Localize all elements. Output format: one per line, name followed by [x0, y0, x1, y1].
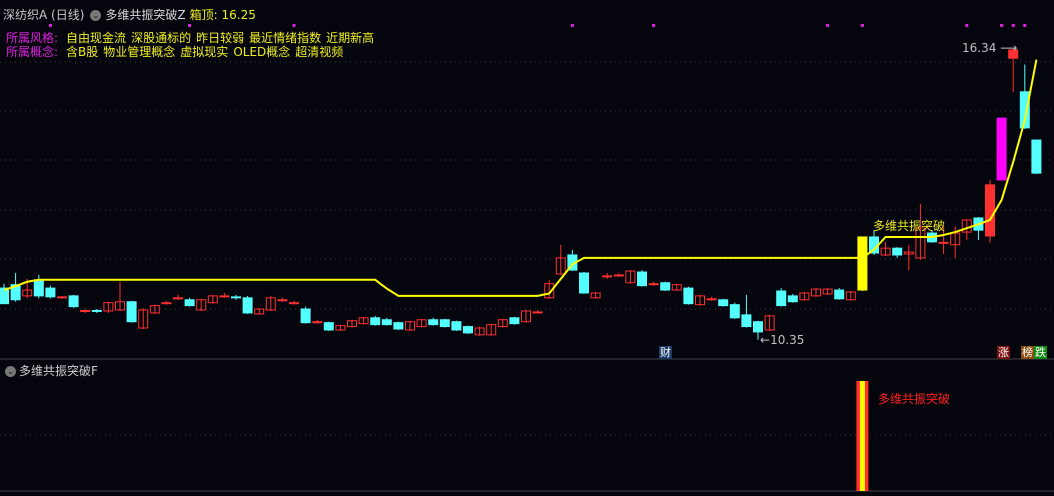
candle-body	[753, 321, 763, 333]
stock-title: 深纺织A (日线)	[3, 8, 85, 22]
candle-body	[161, 302, 172, 305]
candle-body	[741, 314, 752, 328]
candle-body	[381, 319, 392, 326]
concept-tag: 超清视频	[295, 45, 344, 59]
candle-body	[729, 304, 740, 319]
signal-marker	[48, 24, 52, 27]
list-badge[interactable]: 榜	[1021, 346, 1034, 359]
candle-body	[91, 309, 102, 312]
candle-body	[126, 301, 137, 323]
signal-annotation: 多维共振突破	[873, 219, 946, 233]
candle-body	[938, 241, 949, 244]
concept-label: 所属概念:	[6, 45, 59, 59]
finance-badge[interactable]: 财	[659, 346, 672, 359]
candle-body	[289, 302, 299, 305]
signal-marker	[570, 24, 574, 27]
kline-chart[interactable]	[0, 0, 1054, 496]
candle-body	[393, 322, 404, 330]
candle-body	[509, 317, 520, 325]
candle-body	[787, 295, 798, 303]
concept-tag: OLED概念	[233, 45, 291, 59]
sub-pane-header: ⌄ 多维共振突破F	[3, 362, 98, 379]
box-top-value: 箱顶: 16.25	[189, 8, 256, 22]
candle-body	[300, 308, 311, 324]
candle-body	[57, 296, 67, 299]
signal-marker	[292, 24, 296, 27]
candle-body	[33, 279, 44, 297]
candle-body	[242, 297, 253, 314]
candle-body	[892, 247, 903, 256]
concept-tag: 物业管理概念	[103, 45, 176, 59]
signal-marker	[826, 24, 830, 27]
candle-body	[985, 184, 995, 237]
candle-body	[776, 290, 787, 307]
chevron-down-icon[interactable]: ⌄	[90, 10, 102, 21]
signal-marker	[1011, 24, 1015, 27]
candle-body	[428, 319, 439, 326]
candle-body	[80, 309, 91, 312]
candle-body	[579, 272, 589, 294]
signal-marker	[860, 24, 864, 27]
candle-body	[219, 295, 230, 298]
candle-body	[231, 296, 241, 299]
candle-body	[173, 297, 183, 300]
indicator-name[interactable]: 多维共振突破Z	[105, 8, 185, 22]
candle-body	[637, 271, 647, 287]
trend-line	[3, 59, 1038, 297]
candle-body	[706, 298, 717, 301]
candle-body	[68, 295, 79, 308]
candle-body	[996, 117, 1007, 181]
candle-body	[532, 311, 543, 314]
candle-body	[648, 283, 659, 286]
candle-body	[439, 319, 450, 328]
candle-body	[857, 236, 868, 291]
signal-marker	[1000, 24, 1004, 27]
concept-row: 所属概念: 含B股 物业管理概念 虚拟现实 OLED概念 超清视频	[6, 43, 348, 60]
candle-body	[312, 321, 323, 324]
low-price-label: ←10.35	[760, 333, 805, 347]
signal-marker	[1023, 24, 1027, 27]
candle-body	[1031, 139, 1042, 174]
candle-body	[718, 299, 729, 307]
candle-body	[277, 299, 288, 302]
candle-body	[323, 322, 334, 331]
rise-badge[interactable]: 涨	[997, 346, 1010, 359]
candle-body	[451, 321, 462, 331]
candle-body	[184, 299, 195, 307]
concept-tag: 含B股	[66, 45, 99, 59]
candle-body	[463, 326, 473, 334]
candle-body	[834, 289, 845, 300]
high-price-label: 16.34 ⟶	[962, 41, 1018, 55]
sub-signal-label: 多维共振突破	[878, 392, 951, 406]
concept-tag: 虚拟现实	[180, 45, 229, 59]
fall-badge[interactable]: 跌	[1034, 346, 1047, 359]
sub-pane-title[interactable]: 多维共振突破F	[19, 364, 98, 378]
chevron-down-icon[interactable]: ⌄	[5, 366, 16, 377]
arrow-left-icon: ←	[760, 333, 771, 347]
signal-marker	[652, 24, 656, 27]
candle-body	[370, 317, 381, 326]
candle-body	[660, 282, 671, 291]
signal-bar-core	[859, 381, 865, 491]
candle-body	[45, 287, 56, 298]
arrow-right-icon: ⟶	[1000, 41, 1018, 55]
signal-marker	[188, 24, 192, 27]
chart-header: 深纺织A (日线) ⌄ 多维共振突破Z 箱顶: 16.25	[3, 6, 260, 23]
candle-body	[683, 287, 694, 305]
candle-body	[613, 274, 624, 277]
signal-marker	[965, 24, 969, 27]
candle-body	[602, 275, 613, 278]
